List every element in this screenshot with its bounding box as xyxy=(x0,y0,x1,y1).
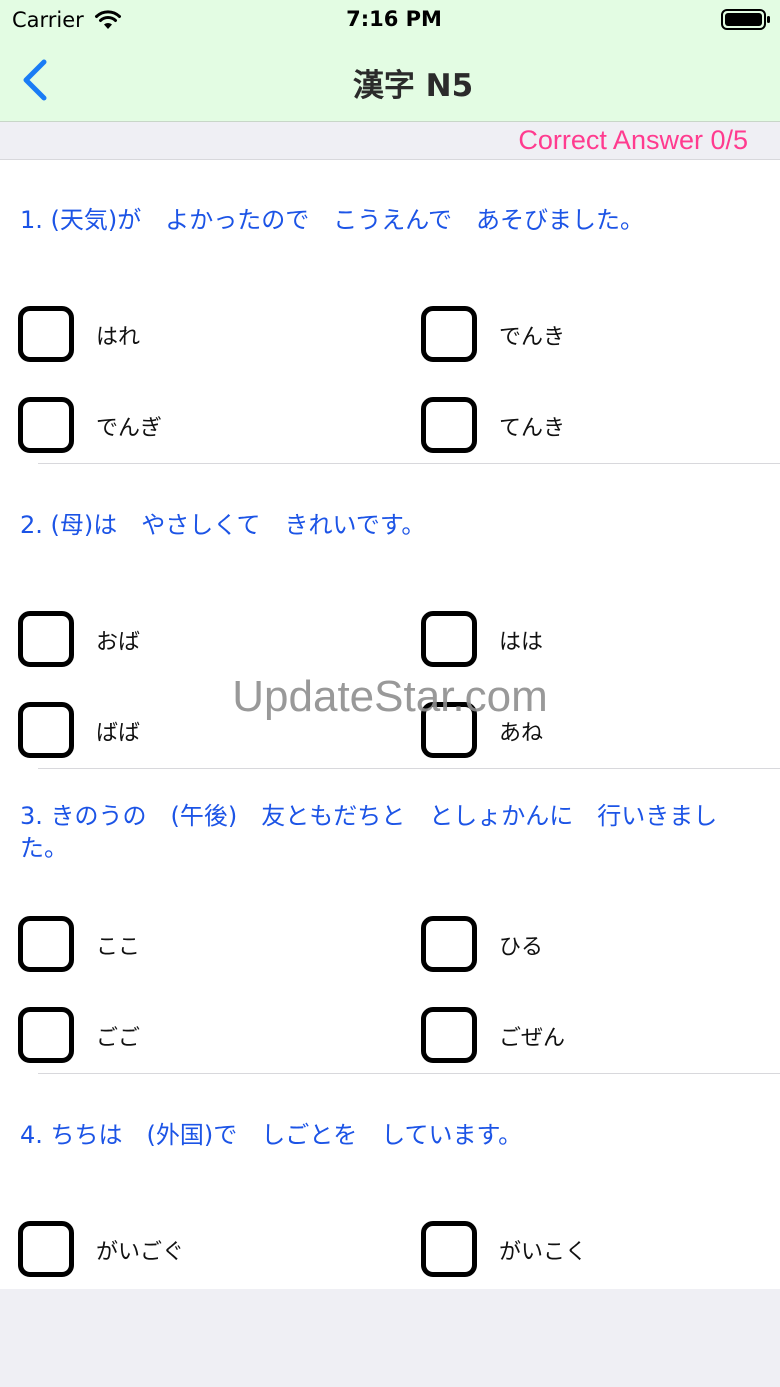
score-strip: Correct Answer 0/5 xyxy=(0,122,780,160)
option-checkbox[interactable]: ごぜん xyxy=(421,1007,761,1065)
option-checkbox[interactable]: でんぎ xyxy=(18,397,358,455)
checkbox-icon[interactable] xyxy=(421,611,477,667)
option-checkbox[interactable]: ばば xyxy=(18,702,358,760)
question-item: 4. ちちは (外国)で しごとを しています。 がいごぐ がいこく xyxy=(0,1075,780,1289)
option-checkbox[interactable]: てんき xyxy=(421,397,761,455)
option-checkbox[interactable]: ひる xyxy=(421,916,761,974)
option-label: ここ xyxy=(96,935,141,960)
option-checkbox[interactable]: あね xyxy=(421,702,761,760)
correct-answer-count: Correct Answer 0/5 xyxy=(518,125,748,155)
bottom-background xyxy=(0,1289,780,1387)
checkbox-icon[interactable] xyxy=(18,916,74,972)
checkbox-icon[interactable] xyxy=(18,611,74,667)
checkbox-icon[interactable] xyxy=(421,397,477,453)
nav-bar: 漢字 N5 xyxy=(0,40,780,122)
checkbox-icon[interactable] xyxy=(18,397,74,453)
option-checkbox[interactable]: はは xyxy=(421,611,761,669)
question-list[interactable]: 1. (天気)が よかったので こうえんで あそびました。 はれ でんき でんぎ… xyxy=(0,160,780,1289)
checkbox-icon[interactable] xyxy=(18,702,74,758)
row-divider xyxy=(38,768,780,769)
option-label: はは xyxy=(499,630,544,655)
checkbox-icon[interactable] xyxy=(18,306,74,362)
option-checkbox[interactable]: でんき xyxy=(421,306,761,364)
checkbox-icon[interactable] xyxy=(421,916,477,972)
checkbox-icon[interactable] xyxy=(421,1221,477,1277)
checkbox-icon[interactable] xyxy=(18,1221,74,1277)
option-checkbox[interactable]: ここ xyxy=(18,916,358,974)
option-label: がいこく xyxy=(499,1240,588,1265)
checkbox-icon[interactable] xyxy=(421,1007,477,1063)
row-divider xyxy=(38,1073,780,1074)
option-label: でんき xyxy=(499,325,566,350)
option-label: ごご xyxy=(96,1026,141,1051)
option-checkbox[interactable]: がいこく xyxy=(421,1221,761,1279)
battery-icon xyxy=(721,9,770,30)
question-item: 3. きのうの (午後) 友ともだちと としょかんに 行いきました。 ここ ひる… xyxy=(0,770,780,1075)
question-text: 3. きのうの (午後) 友ともだちと としょかんに 行いきました。 xyxy=(20,802,718,862)
top-bar: Carrier 7:16 PM 漢字 N5 xyxy=(0,0,780,122)
option-label: でんぎ xyxy=(96,416,163,441)
question-item: 1. (天気)が よかったので こうえんで あそびました。 はれ でんき でんぎ… xyxy=(0,160,780,465)
status-time: 7:16 PM xyxy=(346,7,442,31)
page-title: 漢字 N5 xyxy=(352,68,474,104)
question-text: 4. ちちは (外国)で しごとを しています。 xyxy=(20,1121,523,1149)
option-label: てんき xyxy=(499,416,566,441)
question-text: 1. (天気)が よかったので こうえんで あそびました。 xyxy=(20,206,645,234)
checkbox-icon[interactable] xyxy=(421,306,477,362)
checkbox-icon[interactable] xyxy=(421,702,477,758)
option-label: がいごぐ xyxy=(96,1240,185,1265)
option-checkbox[interactable]: がいごぐ xyxy=(18,1221,358,1279)
option-label: おば xyxy=(96,630,141,655)
row-divider xyxy=(38,463,780,464)
option-checkbox[interactable]: ごご xyxy=(18,1007,358,1065)
option-label: ひる xyxy=(499,935,544,960)
checkbox-icon[interactable] xyxy=(18,1007,74,1063)
option-label: あね xyxy=(499,721,544,746)
option-label: ばば xyxy=(96,721,141,746)
option-label: はれ xyxy=(96,325,141,350)
status-bar: Carrier 7:16 PM xyxy=(0,0,780,40)
question-text: 2. (母)は やさしくて きれいです。 xyxy=(20,511,426,539)
option-label: ごぜん xyxy=(499,1026,566,1051)
option-checkbox[interactable]: おば xyxy=(18,611,358,669)
option-checkbox[interactable]: はれ xyxy=(18,306,358,364)
question-item: 2. (母)は やさしくて きれいです。 おば はは ばば あね xyxy=(0,465,780,770)
